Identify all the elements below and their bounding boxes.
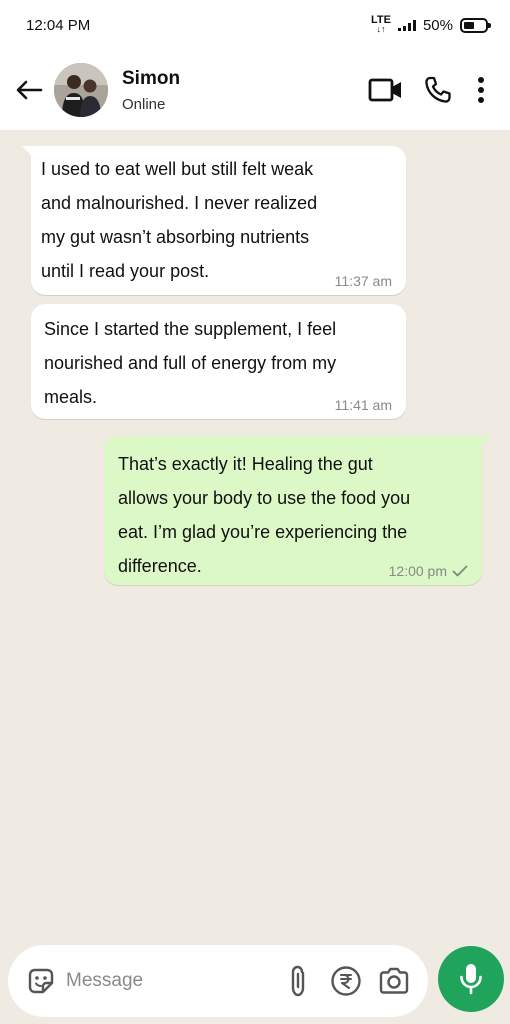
message-line: eat. I’m glad you’re experiencing the <box>118 522 408 542</box>
status-bar: 12:04 PM LTE ↓↑ 50% <box>0 0 510 50</box>
single-check-icon <box>452 565 468 577</box>
message-bubble-outgoing[interactable]: That’s exactly it! Healing the gut allow… <box>104 436 491 585</box>
signal-strength-icon <box>397 19 416 31</box>
message-bubble-incoming[interactable]: Since I started the supplement, I feel n… <box>31 304 406 419</box>
message-meta: 11:37 am <box>335 273 392 289</box>
attach-icon <box>291 965 305 997</box>
sticker-icon <box>28 968 54 994</box>
message-list: I used to eat well but still felt weak a… <box>0 130 510 930</box>
battery-fill <box>464 21 474 29</box>
contact-info[interactable]: Simon Online <box>122 68 180 113</box>
message-line: and malnourished. I never realized <box>41 193 318 213</box>
phone-icon <box>425 76 451 103</box>
video-call-icon <box>368 78 401 102</box>
status-time: 12:04 PM <box>26 16 91 34</box>
chat-header: Simon Online <box>0 50 510 130</box>
status-indicators: LTE ↓↑ 50% <box>371 15 491 34</box>
battery-percent: 50% <box>422 16 453 34</box>
voice-message-button[interactable] <box>438 946 504 1012</box>
camera-button[interactable] <box>376 961 412 1001</box>
voice-call-button[interactable] <box>412 65 464 115</box>
header-actions <box>360 65 498 115</box>
video-call-button[interactable] <box>360 65 412 115</box>
message-line: my gut wasn’t absorbing nutrients <box>41 227 310 247</box>
contact-status: Online <box>122 95 166 113</box>
message-composer <box>8 945 428 1017</box>
message-line: I used to eat well but still felt weak <box>41 159 314 179</box>
data-arrows-icon: ↓↑ <box>376 24 386 34</box>
message-line: That’s exactly it! Healing the gut <box>118 454 373 474</box>
composer-actions <box>280 961 412 1001</box>
message-time: 11:41 am <box>334 397 392 413</box>
payment-button[interactable] <box>328 961 364 1001</box>
avatar[interactable] <box>54 63 108 117</box>
message-meta: 12:00 pm <box>389 563 468 579</box>
message-line: Since I started the supplement, I feel <box>44 319 337 339</box>
more-options-button[interactable] <box>464 65 498 115</box>
message-time: 11:37 am <box>334 273 392 289</box>
message-line: nourished and full of energy from my <box>44 353 337 373</box>
bubble-tail <box>22 146 34 158</box>
contact-name: Simon <box>122 67 181 89</box>
contact-photo <box>54 63 108 117</box>
message-bubble-incoming[interactable]: I used to eat well but still felt weak a… <box>22 146 406 295</box>
message-input[interactable] <box>66 970 256 992</box>
attach-button[interactable] <box>280 961 316 1001</box>
mic-icon <box>460 964 482 995</box>
lte-indicator: LTE ↓↑ <box>371 15 391 34</box>
message-line: allows your body to use the food you <box>118 488 411 508</box>
message-meta: 11:41 am <box>335 397 392 413</box>
camera-icon <box>379 967 409 994</box>
sticker-button[interactable] <box>26 961 56 1001</box>
battery-icon <box>460 17 491 33</box>
back-button[interactable] <box>4 60 54 120</box>
back-arrow-icon <box>16 80 43 100</box>
bubble-tail <box>479 436 491 448</box>
message-time: 12:00 pm <box>388 563 447 579</box>
more-vertical-icon <box>478 77 484 103</box>
rupee-payment-icon <box>331 966 361 996</box>
